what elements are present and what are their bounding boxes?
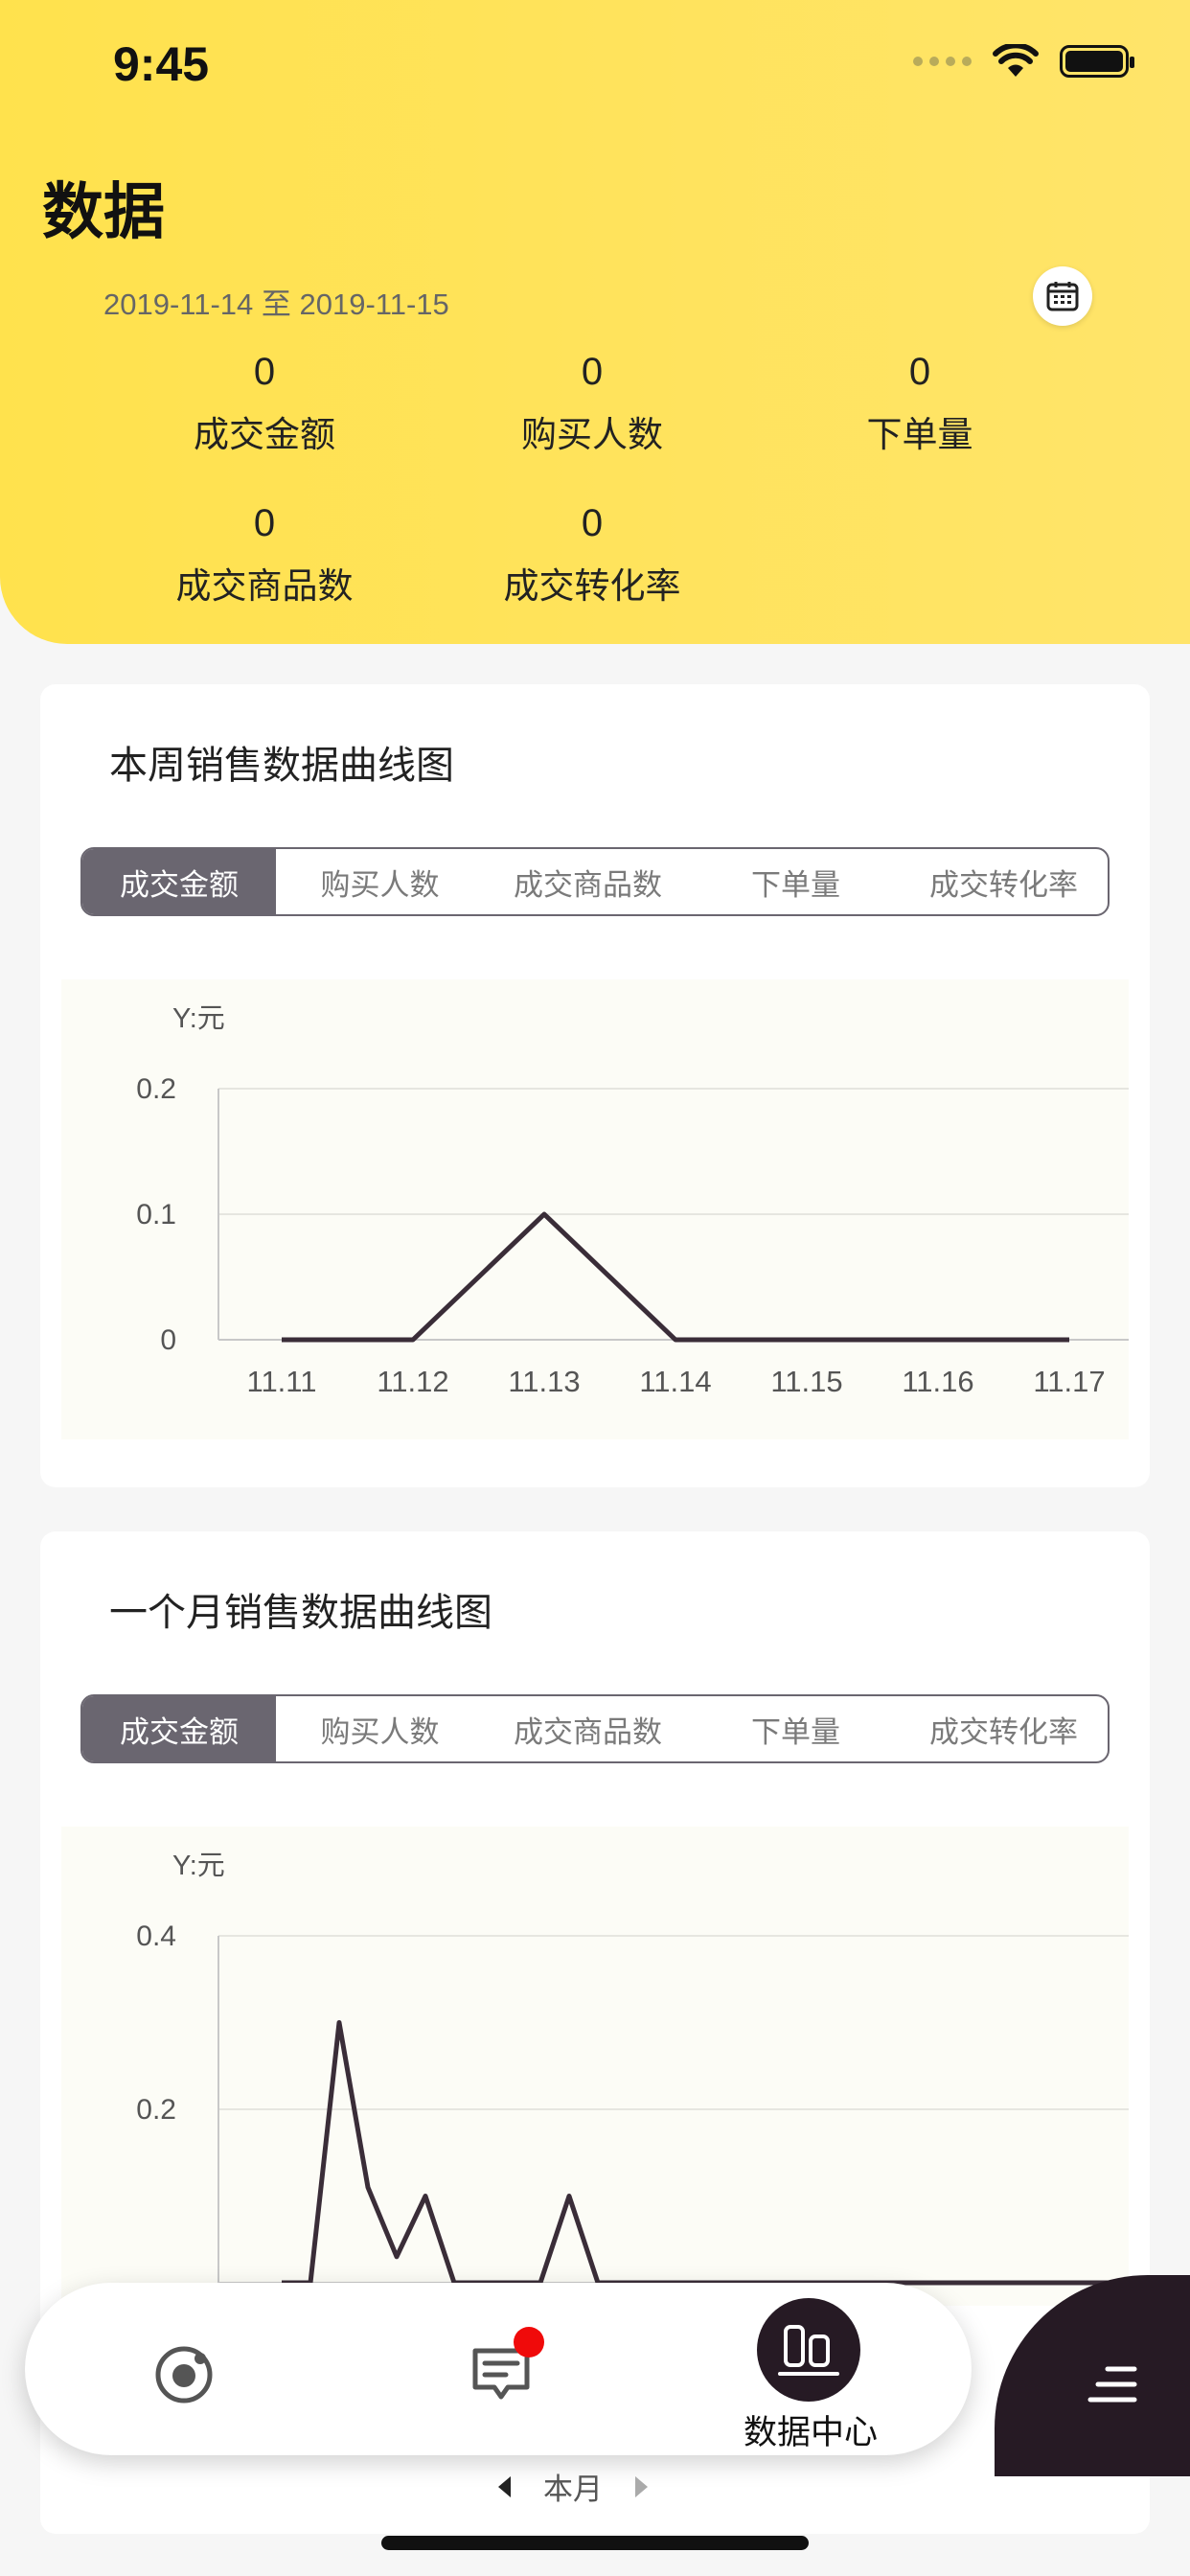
stat-label: 成交转化率 — [503, 566, 681, 606]
weekly-chart: Y:元 0 0.1 0.2 11.11 11.12 11.13 11.14 11.15 11.1… — [61, 979, 1129, 1439]
stat-products: 0 成交商品数 — [130, 502, 399, 609]
tab-orders[interactable]: 下单量 — [692, 1696, 900, 1761]
x-tick-label: 11.16 — [902, 1365, 973, 1398]
x-tick-label: 11.17 — [1033, 1365, 1105, 1398]
card-title: 一个月销售数据曲线图 — [109, 1592, 492, 1634]
stat-value: 0 — [581, 351, 604, 393]
stat-value: 0 — [908, 351, 931, 393]
stat-orders: 0 下单量 — [786, 351, 1054, 457]
x-tick-label: 11.12 — [377, 1365, 448, 1398]
tab-buyers[interactable]: 购买人数 — [276, 849, 484, 914]
metric-tabs: 成交金额 购买人数 成交商品数 下单量 成交转化率 — [80, 1694, 1110, 1763]
pager-label: 本月 — [543, 2472, 603, 2506]
y-tick-label: 0.4 — [136, 1920, 176, 1952]
metric-tabs: 成交金额 购买人数 成交商品数 下单量 成交转化率 — [80, 847, 1110, 916]
next-month-icon[interactable] — [635, 2475, 648, 2497]
page-title: 数据 — [42, 177, 165, 246]
card-title: 本周销售数据曲线图 — [109, 745, 454, 787]
stat-deal-amount: 0 成交金额 — [130, 351, 399, 457]
y-unit-label: Y:元 — [172, 1851, 225, 1881]
prev-month-icon[interactable] — [498, 2475, 511, 2497]
stat-label: 成交金额 — [194, 415, 335, 454]
date-range: 2019-11-14 至 2019-11-15 — [103, 288, 449, 321]
y-tick-label: 0.1 — [136, 1199, 176, 1230]
y-unit-label: Y:元 — [172, 1003, 225, 1034]
y-tick-label: 0.2 — [136, 1073, 176, 1105]
series-line — [282, 1211, 1069, 1343]
monthly-chart: Y:元 0.2 0.4 — [61, 1827, 1129, 2306]
stat-value: 0 — [253, 502, 276, 544]
status-icons — [913, 44, 1134, 79]
status-time: 9:45 — [113, 37, 210, 91]
home-indicator — [381, 2536, 809, 2550]
series-line — [282, 2020, 1115, 2286]
bottom-nav: 数据中心 — [25, 2283, 972, 2455]
tab-deal-amount[interactable]: 成交金额 — [82, 849, 276, 914]
target-icon — [155, 2346, 213, 2404]
nav-data-center-label: 数据中心 — [743, 2414, 878, 2451]
month-pager: 本月 — [498, 2465, 648, 2508]
tab-orders[interactable]: 下单量 — [692, 849, 900, 914]
weekly-chart-card: 本周销售数据曲线图 成交金额 购买人数 成交商品数 下单量 成交转化率 Y:元 … — [40, 684, 1150, 1487]
stat-conversion: 0 成交转化率 — [458, 502, 726, 609]
menu-icon — [1087, 2366, 1137, 2403]
x-tick-label: 11.15 — [770, 1365, 842, 1398]
tab-conversion[interactable]: 成交转化率 — [900, 849, 1108, 914]
tab-conversion[interactable]: 成交转化率 — [900, 1696, 1108, 1761]
unread-badge — [514, 2327, 544, 2358]
signal-icon — [913, 57, 972, 66]
tab-products[interactable]: 成交商品数 — [484, 849, 692, 914]
x-tick-label: 11.11 — [247, 1365, 317, 1398]
x-tick-label: 11.13 — [508, 1365, 580, 1398]
calendar-button[interactable] — [1033, 266, 1092, 326]
wifi-icon — [993, 44, 1039, 77]
battery-icon — [1060, 45, 1134, 78]
header-panel: 9:45 数据 2019-11-14 至 2019-11-15 0 成交金额 0… — [0, 0, 1190, 644]
stat-value: 0 — [253, 351, 276, 393]
tab-products[interactable]: 成交商品数 — [484, 1696, 692, 1761]
nav-home[interactable] — [148, 2338, 220, 2411]
stat-label: 下单量 — [866, 415, 973, 454]
bar-chart-icon — [778, 2325, 839, 2376]
y-tick-label: 0 — [160, 1324, 176, 1356]
y-tick-label: 0.2 — [136, 2094, 176, 2126]
weekly-line-chart: Y:元 0 0.1 0.2 11.11 11.12 11.13 11.14 11.15 11.1… — [136, 1003, 1129, 1398]
stat-label: 成交商品数 — [175, 566, 354, 606]
stat-label: 购买人数 — [521, 415, 663, 454]
tab-buyers[interactable]: 购买人数 — [276, 1696, 484, 1761]
monthly-line-chart: Y:元 0.2 0.4 — [136, 1851, 1129, 2286]
x-tick-label: 11.14 — [639, 1365, 711, 1398]
nav-data-center[interactable] — [757, 2298, 860, 2402]
calendar-icon — [1046, 282, 1079, 311]
stat-value: 0 — [581, 502, 604, 544]
tab-deal-amount[interactable]: 成交金额 — [82, 1696, 276, 1761]
stat-buyers: 0 购买人数 — [458, 351, 726, 457]
